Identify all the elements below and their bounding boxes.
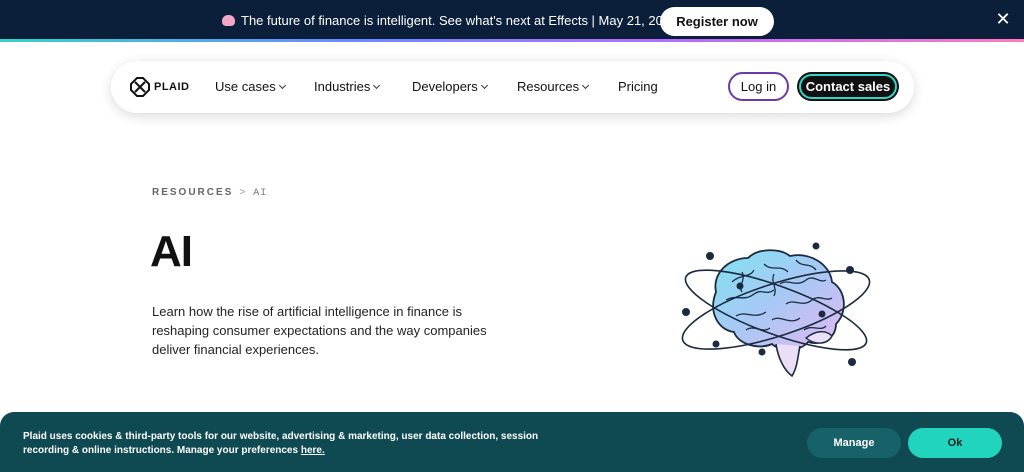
announcement-banner: The future of finance is intelligent. Se… [0, 0, 1024, 42]
contact-sales-button[interactable]: Contact sales [797, 72, 899, 101]
logo-text: PLAID [154, 81, 190, 93]
brain-orbit-illustration [681, 242, 871, 378]
plaid-logo[interactable]: PLAID [130, 77, 190, 97]
nav-item-label: Pricing [618, 79, 658, 94]
nav-item-label: Industries [314, 79, 371, 94]
breadcrumb: RESOURCES > AI [152, 187, 267, 199]
brain-emoji-icon [222, 15, 235, 26]
breadcrumb-current: AI [253, 188, 268, 199]
page-title: AI [150, 227, 193, 276]
breadcrumb-separator: > [239, 187, 248, 198]
cookie-text: Plaid uses cookies & third-party tools f… [23, 431, 539, 456]
cookie-message: Plaid uses cookies & third-party tools f… [23, 430, 583, 458]
nav-item-label: Developers [412, 79, 478, 94]
banner-text: The future of finance is intelligent. Se… [241, 13, 678, 28]
cookie-consent-bar: Plaid uses cookies & third-party tools f… [0, 412, 1024, 472]
log-in-button[interactable]: Log in [728, 72, 789, 101]
banner-message: The future of finance is intelligent. Se… [222, 13, 677, 28]
nav-industries[interactable]: Industries [314, 79, 381, 94]
chevron-down-icon [582, 81, 590, 90]
chevron-down-icon [278, 81, 286, 90]
page-description: Learn how the rise of artificial intelli… [152, 304, 487, 357]
chevron-down-icon [373, 81, 381, 90]
ok-button[interactable]: Ok [908, 428, 1002, 458]
chevron-down-icon [480, 81, 488, 90]
register-now-button[interactable]: Register now [660, 7, 774, 36]
nav-use-cases[interactable]: Use cases [215, 79, 286, 94]
plaid-logo-icon [130, 77, 150, 97]
cookie-preferences-link[interactable]: here. [301, 445, 325, 456]
nav-item-label: Resources [517, 79, 580, 94]
nav-developers[interactable]: Developers [412, 79, 488, 94]
close-icon[interactable]: ✕ [995, 10, 1011, 28]
nav-item-label: Use cases [215, 79, 276, 94]
manage-button[interactable]: Manage [807, 428, 901, 458]
nav-pricing[interactable]: Pricing [618, 79, 658, 94]
main-nav: PLAID Use cases Industries Developers Re… [111, 61, 914, 113]
nav-resources[interactable]: Resources [517, 79, 590, 94]
breadcrumb-parent[interactable]: RESOURCES [152, 187, 233, 198]
